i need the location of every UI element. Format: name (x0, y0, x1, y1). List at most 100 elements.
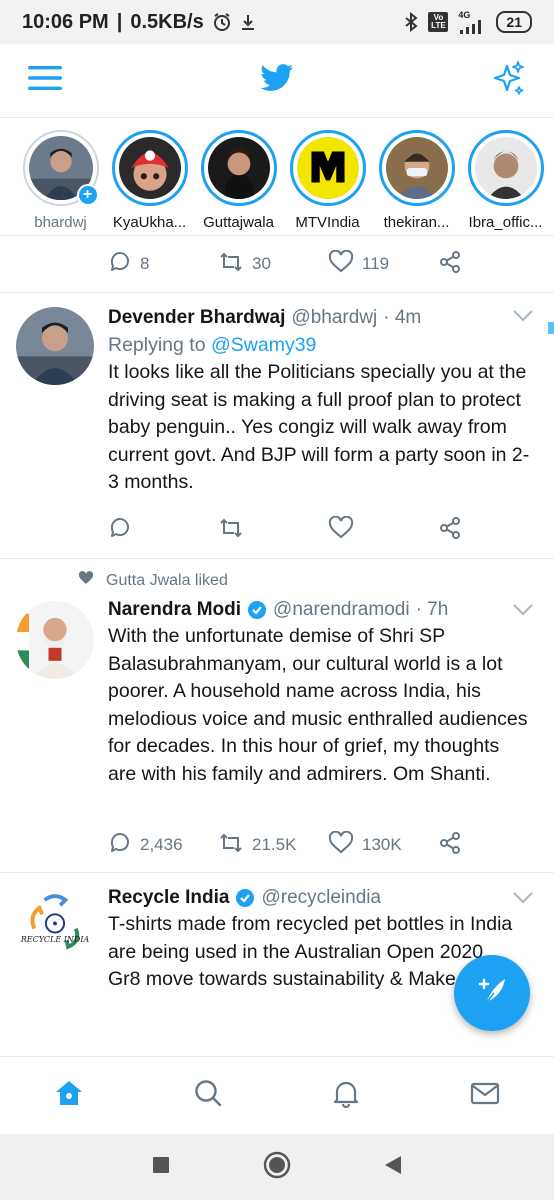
network-type: 4G (458, 9, 471, 20)
tweet-text: With the unfortunate demise of Shri SP B… (108, 625, 528, 785)
verified-badge-icon (235, 888, 255, 908)
fleets-bar: + bhardwj KyaUkha... Guttajwala tv MTVIn… (0, 118, 554, 236)
hamburger-icon[interactable] (28, 64, 62, 97)
add-fleet-icon[interactable]: + (76, 184, 99, 206)
fleet-own[interactable]: + bhardwj (16, 118, 105, 235)
author-name[interactable]: Recycle India (108, 885, 229, 911)
retweet-button[interactable] (218, 516, 328, 545)
heart-icon (328, 249, 354, 279)
like-count: 119 (362, 254, 390, 273)
avatar (207, 137, 270, 199)
reply-count: 8 (140, 254, 150, 273)
fleet-item[interactable]: thekiran... (372, 118, 461, 235)
status-bar: 10:06 PM | 0.5KB/s Vo LTE 4G 21 (0, 0, 554, 44)
reply-icon (108, 831, 132, 860)
tweet-actions (108, 510, 468, 550)
share-button[interactable] (438, 250, 468, 279)
reply-button[interactable] (108, 516, 218, 545)
volte-icon: Vo LTE (428, 12, 449, 32)
fleet-name: KyaUkha... (112, 214, 187, 231)
like-button[interactable]: 130K (328, 830, 438, 860)
fleet-item[interactable]: KyaUkha... (105, 118, 194, 235)
svg-text:tv: tv (322, 180, 334, 192)
notifications-bell-icon[interactable] (331, 1078, 361, 1113)
fleet-ring (200, 130, 277, 206)
fleet-ring: tv (289, 130, 366, 206)
status-separator: | (116, 10, 123, 33)
tweet-header: Narendra Modi @narendramodi · 7h (108, 597, 530, 623)
fleet-item[interactable]: Ibra_offic... (461, 118, 550, 235)
app-bar (0, 44, 554, 118)
fleet-item[interactable]: Guttajwala (194, 118, 283, 235)
chevron-down-icon[interactable] (512, 309, 534, 328)
retweet-count: 21.5K (252, 835, 297, 854)
replying-to-handle[interactable]: @Swamy39 (211, 334, 316, 356)
reply-button[interactable]: 2,436 (108, 831, 218, 860)
tweet-text: It looks like all the Politicians specia… (108, 361, 530, 493)
fleet-ring (467, 130, 544, 206)
retweet-icon (218, 831, 244, 860)
author-handle[interactable]: @narendramodi (273, 597, 410, 623)
heart-filled-icon (78, 571, 94, 590)
like-count: 130K (362, 835, 402, 854)
retweet-icon (218, 250, 244, 279)
share-button[interactable] (438, 516, 468, 545)
fleet-ring (111, 130, 188, 206)
compose-tweet-button[interactable] (454, 955, 530, 1031)
tweet-time: · 4m (383, 307, 422, 328)
retweet-button[interactable]: 21.5K (218, 831, 328, 860)
retweet-button[interactable]: 30 (218, 250, 328, 279)
author-handle[interactable]: @bhardwj (291, 305, 377, 331)
fleet-ring (378, 130, 455, 206)
network-speed: 0.5KB/s (130, 10, 204, 33)
tweet-header: Recycle India @recycleindia (108, 885, 530, 911)
liked-by-text[interactable]: Gutta Jwala liked (106, 572, 228, 590)
previous-tweet-actions: 8 30 119 (108, 244, 468, 284)
search-icon[interactable] (193, 1078, 223, 1113)
like-button[interactable] (328, 515, 438, 545)
avatar-text: RECYCLE INDIA (20, 935, 90, 944)
author-handle[interactable]: @recycleindia (261, 885, 381, 911)
heart-icon (328, 515, 354, 545)
chevron-down-icon[interactable] (512, 603, 534, 622)
tweet-header: Devender Bhardwaj @bhardwj · 4m (108, 305, 530, 331)
home-circle-icon[interactable] (263, 1151, 291, 1184)
avatar[interactable]: RECYCLE INDIA (16, 887, 94, 965)
reply-icon (108, 516, 132, 545)
tweet-text-line: T-shirts made from recycled pet bottles … (108, 913, 513, 963)
clock: 10:06 PM (22, 10, 109, 33)
author-name[interactable]: Narendra Modi (108, 597, 241, 623)
tweet[interactable]: Gutta Jwala liked Narendra Modi @narendr… (0, 559, 554, 872)
twitter-bird-icon[interactable] (260, 64, 294, 97)
recents-square-icon[interactable] (151, 1155, 171, 1180)
chevron-down-icon[interactable] (512, 891, 534, 910)
reply-button[interactable]: 8 (108, 250, 218, 279)
battery-level: 21 (506, 14, 522, 30)
signal-icon: 4G (458, 9, 486, 34)
fleet-name: Guttajwala (203, 214, 274, 231)
reply-icon (108, 250, 132, 279)
download-icon (240, 13, 256, 31)
retweet-count: 30 (252, 254, 271, 273)
avatar[interactable] (16, 601, 94, 679)
bluetooth-icon (404, 12, 419, 32)
sparkle-icon[interactable] (492, 60, 526, 101)
fleet-ring: + (22, 130, 99, 206)
fleet-name: MTVIndia (295, 214, 360, 231)
messages-mail-icon[interactable] (470, 1078, 500, 1113)
author-name[interactable]: Devender Bhardwaj (108, 305, 285, 331)
verified-badge-icon (247, 600, 267, 620)
compose-feather-icon (474, 973, 510, 1014)
replying-prefix: Replying to (108, 334, 206, 356)
alarm-icon (212, 12, 232, 32)
battery-indicator: 21 (496, 11, 532, 33)
share-button[interactable] (438, 831, 468, 860)
fleet-item[interactable]: tv MTVIndia (283, 118, 372, 235)
avatar[interactable] (16, 307, 94, 385)
tweet-actions: 2,436 21.5K 130K (108, 825, 468, 865)
fleet-name: Ibra_offic... (468, 214, 543, 231)
home-icon[interactable] (54, 1078, 84, 1113)
back-triangle-icon[interactable] (383, 1154, 403, 1181)
like-button[interactable]: 119 (328, 249, 438, 279)
tweet[interactable]: Devender Bhardwaj @bhardwj · 4m Replying… (0, 293, 554, 558)
